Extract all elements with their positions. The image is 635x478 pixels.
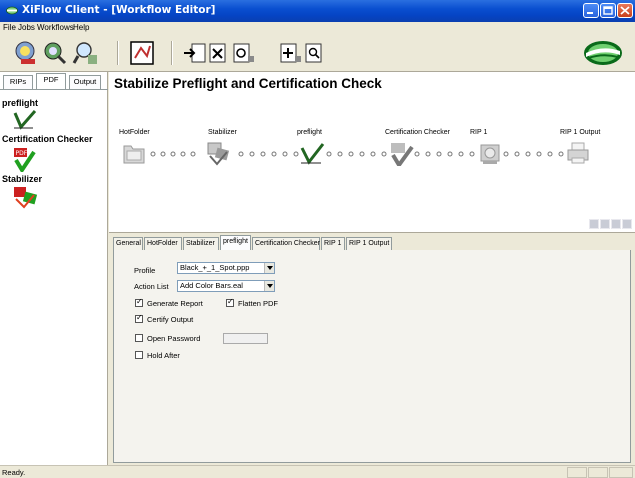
app-icon: [6, 6, 18, 15]
tab-hotfolder[interactable]: HotFolder: [144, 237, 182, 250]
palette-item-preflight[interactable]: preflight: [2, 98, 38, 108]
menu-help[interactable]: Help: [73, 23, 89, 32]
certify-output-checkbox[interactable]: [135, 313, 143, 323]
globe-logo-icon: [584, 41, 622, 65]
palette-item-certification-checker[interactable]: Certification Checker: [2, 134, 93, 144]
tab-general[interactable]: General: [113, 237, 143, 250]
canvas-nav-button[interactable]: [622, 219, 632, 229]
tab-output[interactable]: Output: [69, 75, 101, 89]
properties-panel: General HotFolder Stabilizer preflight C…: [109, 232, 635, 465]
node-label-certification-checker: Certification Checker: [385, 129, 450, 136]
generate-report-label: Generate Report: [147, 299, 203, 308]
node-label-preflight: preflight: [297, 129, 322, 136]
close-button[interactable]: [617, 3, 633, 18]
rip-printer-icon[interactable]: [477, 140, 503, 166]
palette-item-stabilizer[interactable]: Stabilizer: [2, 174, 42, 184]
status-cell: [567, 467, 587, 478]
node-label-rip-1: RIP 1: [470, 129, 488, 136]
close-icon: [620, 6, 630, 15]
find-icon[interactable]: [302, 40, 328, 66]
canvas-nav-button[interactable]: [600, 219, 610, 229]
toolbar-separator: [171, 41, 173, 65]
hold-after-label: Hold After: [147, 351, 180, 360]
action-list-label: Action List: [134, 282, 169, 291]
left-panel: RIPs PDF Output preflight Certification …: [0, 72, 108, 465]
tab-preflight[interactable]: preflight: [220, 235, 251, 250]
checkmark-icon[interactable]: [299, 140, 325, 166]
workflow-canvas[interactable]: HotFolder Stabilizer preflight Certifica…: [109, 72, 635, 232]
certify-output-label: Certify Output: [147, 315, 194, 324]
delete-icon[interactable]: [206, 40, 232, 66]
maximize-icon: [603, 6, 613, 15]
tab-rips[interactable]: RIPs: [3, 75, 33, 89]
toolbar: [0, 35, 635, 72]
node-label-stabilizer: Stabilizer: [208, 129, 237, 136]
chevron-down-icon[interactable]: [264, 281, 274, 291]
preflight-icon[interactable]: [42, 40, 68, 66]
rip-icon[interactable]: [12, 40, 38, 66]
tab-pdf[interactable]: PDF: [36, 73, 66, 89]
tab-rip-1-output[interactable]: RIP 1 Output: [346, 237, 392, 250]
hold-after-checkbox[interactable]: [135, 351, 143, 359]
profile-value: Black_+_1_Spot.ppp: [180, 263, 250, 272]
menu-bar: File Jobs Workflows Help: [0, 22, 635, 35]
tab-rip-1[interactable]: RIP 1: [321, 237, 345, 250]
menu-jobs[interactable]: Jobs: [18, 23, 35, 32]
status-text: Ready.: [2, 468, 26, 477]
open-password-field[interactable]: [223, 333, 268, 344]
flatten-pdf-label: Flatten PDF: [238, 299, 279, 308]
canvas-nav-button[interactable]: [611, 219, 621, 229]
minimize-icon: [587, 12, 593, 14]
add-icon[interactable]: [277, 40, 303, 66]
chevron-down-icon[interactable]: [264, 263, 274, 273]
search-icon[interactable]: [72, 40, 98, 66]
open-password-label: Open Password: [147, 334, 201, 343]
import-icon[interactable]: [182, 40, 208, 66]
workflow-title: Stabilize Preflight and Certification Ch…: [114, 76, 382, 91]
window-title: XiFlow Client - [Workflow Editor]: [22, 4, 216, 16]
stabilizer-icon[interactable]: [205, 140, 231, 166]
open-password-checkbox[interactable]: [135, 334, 143, 342]
workflow-connectors: [150, 151, 564, 157]
preflight-settings-page: Profile Black_+_1_Spot.ppp Action List A…: [113, 250, 631, 463]
canvas-nav-button[interactable]: [589, 219, 599, 229]
tab-certification-checker[interactable]: Certification Checker: [252, 237, 320, 250]
action-list-select[interactable]: Add Color Bars.eal: [177, 280, 275, 292]
node-label-hotfolder: HotFolder: [119, 129, 150, 136]
printer-icon[interactable]: [565, 140, 591, 166]
folder-icon[interactable]: [121, 140, 147, 166]
tab-stabilizer[interactable]: Stabilizer: [183, 237, 219, 250]
profile-select[interactable]: Black_+_1_Spot.ppp: [177, 262, 275, 274]
pdf-check-icon[interactable]: PDF: [12, 146, 36, 172]
menu-workflows[interactable]: Workflows: [37, 23, 74, 32]
profile-label: Profile: [134, 266, 156, 275]
minimize-button[interactable]: [583, 3, 599, 18]
flatten-pdf-checkbox[interactable]: [226, 297, 234, 307]
status-cell: [588, 467, 608, 478]
svg-text:PDF: PDF: [16, 150, 28, 157]
tab-divider: [0, 89, 108, 90]
toolbar-separator: [117, 41, 119, 65]
status-bar: Ready.: [0, 465, 635, 478]
generate-report-checkbox[interactable]: [135, 297, 143, 307]
action-list-value: Add Color Bars.eal: [180, 281, 243, 290]
title-bar: XiFlow Client - [Workflow Editor]: [0, 0, 635, 22]
menu-file[interactable]: File: [3, 23, 16, 32]
node-label-rip-1-output: RIP 1 Output: [560, 129, 601, 136]
workflow-editor-icon[interactable]: [129, 40, 155, 66]
maximize-button[interactable]: [600, 3, 616, 18]
refresh-icon[interactable]: [230, 40, 256, 66]
pdf-check-icon[interactable]: [389, 140, 415, 166]
checkmark-icon[interactable]: [12, 109, 38, 131]
status-cell: [609, 467, 633, 478]
stabilizer-icon[interactable]: [12, 185, 38, 209]
